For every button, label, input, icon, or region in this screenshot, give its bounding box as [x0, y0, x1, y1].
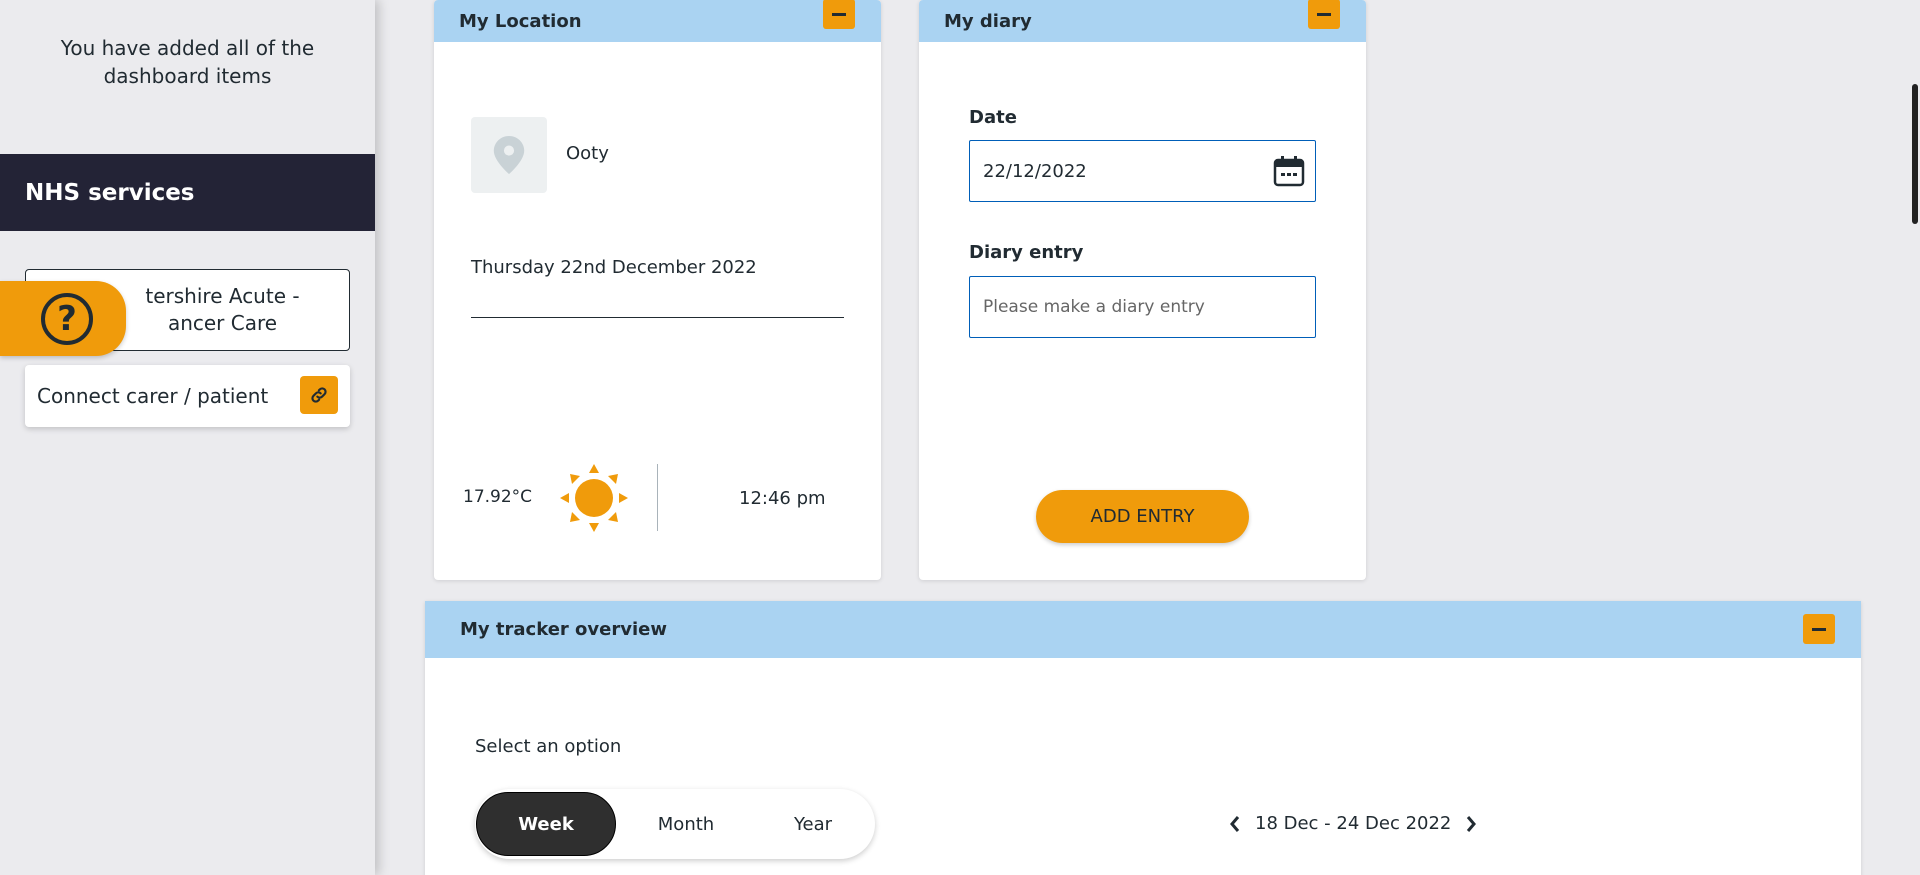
minus-icon — [1812, 627, 1826, 631]
location-pin-tile — [471, 117, 547, 193]
diary-card-header: My diary — [919, 0, 1366, 42]
diary-card: My diary Date 22/12/2022 Diary entry ADD… — [919, 0, 1366, 580]
question-icon: ? — [41, 292, 93, 345]
diary-entry-label: Diary entry — [969, 242, 1084, 263]
chevron-left-icon[interactable] — [1229, 815, 1241, 833]
scrollbar-thumb[interactable] — [1912, 84, 1918, 224]
connect-carer-patient-card[interactable]: Connect carer / patient — [25, 365, 350, 427]
date-value: 22/12/2022 — [983, 160, 1087, 182]
add-entry-button[interactable]: ADD ENTRY — [1036, 490, 1249, 543]
tracker-card-header: My tracker overview — [425, 601, 1861, 658]
date-range-nav: 18 Dec - 24 Dec 2022 — [1229, 813, 1477, 834]
location-card-title: My Location — [459, 10, 582, 32]
date-label: Date — [969, 107, 1017, 128]
weather-divider — [657, 464, 658, 531]
minus-icon — [832, 12, 846, 16]
dashboard-items-message: You have added all of the dashboard item… — [60, 36, 315, 88]
minimize-diary-button[interactable] — [1308, 0, 1340, 29]
period-year[interactable]: Year — [755, 792, 871, 856]
period-week[interactable]: Week — [476, 792, 616, 856]
minimize-tracker-button[interactable] — [1803, 614, 1835, 644]
local-time: 12:46 pm — [739, 488, 826, 509]
nhs-services-heading: NHS services — [0, 154, 375, 231]
location-name: Ooty — [566, 143, 609, 164]
date-range-label: 18 Dec - 24 Dec 2022 — [1255, 813, 1452, 834]
location-date: Thursday 22nd December 2022 — [471, 257, 757, 278]
location-card: My Location Ooty Thursday 22nd December … — [434, 0, 881, 580]
temperature: 17.92°C — [463, 487, 533, 507]
link-icon-button[interactable] — [300, 376, 338, 414]
date-input[interactable]: 22/12/2022 — [969, 140, 1316, 202]
minimize-location-button[interactable] — [823, 0, 855, 29]
divider — [471, 317, 844, 318]
help-button[interactable]: ? — [0, 281, 126, 356]
calendar-icon[interactable] — [1273, 155, 1305, 187]
period-selector: Week Month Year — [475, 789, 875, 859]
select-option-label: Select an option — [475, 736, 622, 757]
sidebar: You have added all of the dashboard item… — [0, 0, 375, 875]
location-card-header: My Location — [434, 0, 881, 42]
diary-entry-input[interactable] — [969, 276, 1316, 338]
minus-icon — [1317, 12, 1331, 16]
tracker-card-title: My tracker overview — [460, 619, 667, 640]
period-month[interactable]: Month — [618, 792, 754, 856]
sun-icon — [560, 464, 628, 532]
chevron-right-icon[interactable] — [1465, 815, 1477, 833]
connect-carer-patient-label: Connect carer / patient — [37, 384, 269, 408]
diary-card-title: My diary — [944, 10, 1032, 32]
tracker-overview-card: My tracker overview Select an option Wee… — [425, 601, 1861, 875]
link-icon — [311, 387, 327, 403]
map-pin-icon — [493, 136, 525, 174]
